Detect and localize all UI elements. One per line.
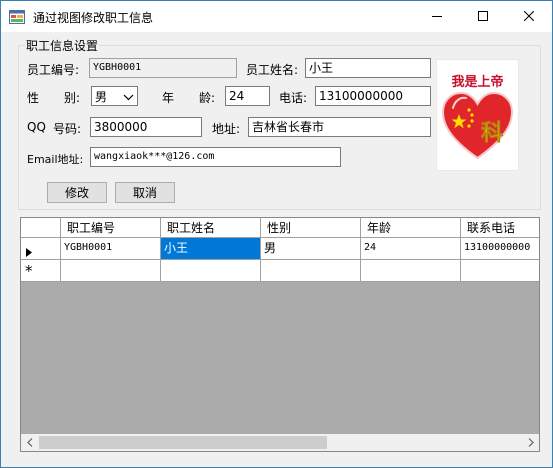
employee-name-field[interactable]: 小王 (305, 58, 431, 78)
photo-heart-text: 科 (481, 120, 503, 146)
window-title: 通过视图修改职工信息 (33, 11, 154, 25)
minimize-button[interactable] (414, 1, 460, 32)
column-header-employee-name[interactable]: 职工姓名 (161, 218, 261, 238)
row-header-current[interactable] (21, 238, 61, 260)
qq-label-part2: 号码: (53, 122, 82, 136)
grid-corner-header[interactable] (21, 218, 61, 238)
photo-banner-text: 我是上帝 (451, 74, 503, 90)
chevron-down-icon (123, 91, 134, 101)
phone-label: 电话: (279, 91, 308, 105)
address-label: 地址: (212, 122, 241, 136)
age-label-part1: 年 (162, 91, 175, 105)
table-cell-age[interactable]: 24 (361, 238, 461, 260)
employee-photo: 我是上帝 科 (436, 59, 519, 171)
employee-id-label: 员工编号: (27, 63, 80, 77)
qq-label-part1: QQ (27, 120, 46, 134)
gender-select-value: 男 (95, 90, 108, 104)
column-header-phone[interactable]: 联系电话 (461, 218, 539, 238)
cancel-button[interactable]: 取消 (115, 182, 175, 203)
column-header-employee-id[interactable]: 职工编号 (61, 218, 161, 238)
table-cell-employee-name-selected[interactable]: 小王 (161, 238, 261, 260)
close-icon (523, 10, 535, 24)
table-cell-employee-id[interactable]: YGBH0001 (61, 238, 161, 260)
new-row-cell-phone[interactable] (461, 260, 539, 282)
employee-id-field[interactable]: YGBH0001 (89, 58, 237, 78)
app-form-icon (9, 9, 25, 25)
close-button[interactable] (506, 1, 552, 32)
column-header-gender[interactable]: 性别 (261, 218, 361, 238)
chevron-left-icon (26, 436, 33, 450)
gender-label-part2: 别: (64, 91, 81, 105)
table-cell-gender[interactable]: 男 (261, 238, 361, 260)
title-bar[interactable]: 通过视图修改职工信息 (1, 1, 552, 32)
email-label: Email地址: (27, 153, 84, 166)
new-row-cell-employee-id[interactable] (61, 260, 161, 282)
main-window: 通过视图修改职工信息 职工信息设置 员工编号: YGBH0001 员工姓名: 小… (0, 0, 553, 468)
group-title: 职工信息设置 (25, 37, 100, 54)
scrollbar-thumb[interactable] (39, 436, 327, 449)
maximize-button[interactable] (460, 1, 506, 32)
address-field[interactable]: 吉林省长春市 (248, 117, 431, 137)
gender-label-part1: 性 (27, 91, 40, 105)
modify-button[interactable]: 修改 (47, 182, 107, 203)
email-field[interactable]: wangxiaok***@126.com (90, 147, 341, 167)
employee-name-label: 员工姓名: (246, 63, 299, 77)
maximize-icon (478, 10, 488, 24)
gender-select[interactable]: 男 (91, 86, 138, 106)
new-row-cell-employee-name[interactable] (161, 260, 261, 282)
chevron-right-icon (528, 436, 534, 450)
new-row-cell-gender[interactable] (261, 260, 361, 282)
age-field[interactable]: 24 (225, 86, 270, 106)
age-label-part2: 龄: (199, 91, 216, 105)
scroll-left-button[interactable] (21, 437, 38, 448)
scroll-right-button[interactable] (522, 437, 539, 448)
qq-field[interactable]: 3800000 (90, 117, 202, 137)
row-header-new[interactable]: * (21, 260, 61, 282)
new-row-asterisk-icon: * (25, 262, 33, 280)
minimize-icon (432, 10, 442, 24)
column-header-age[interactable]: 年龄 (361, 218, 461, 238)
phone-field[interactable]: 13100000000 (315, 86, 431, 106)
horizontal-scrollbar[interactable] (21, 434, 539, 451)
new-row-cell-age[interactable] (361, 260, 461, 282)
employee-datagrid[interactable]: 职工编号 职工姓名 性别 年龄 联系电话 YGBH0001 小王 男 24 13… (20, 217, 540, 452)
current-row-arrow-icon (26, 244, 32, 259)
table-cell-phone[interactable]: 13100000000 (461, 238, 539, 260)
